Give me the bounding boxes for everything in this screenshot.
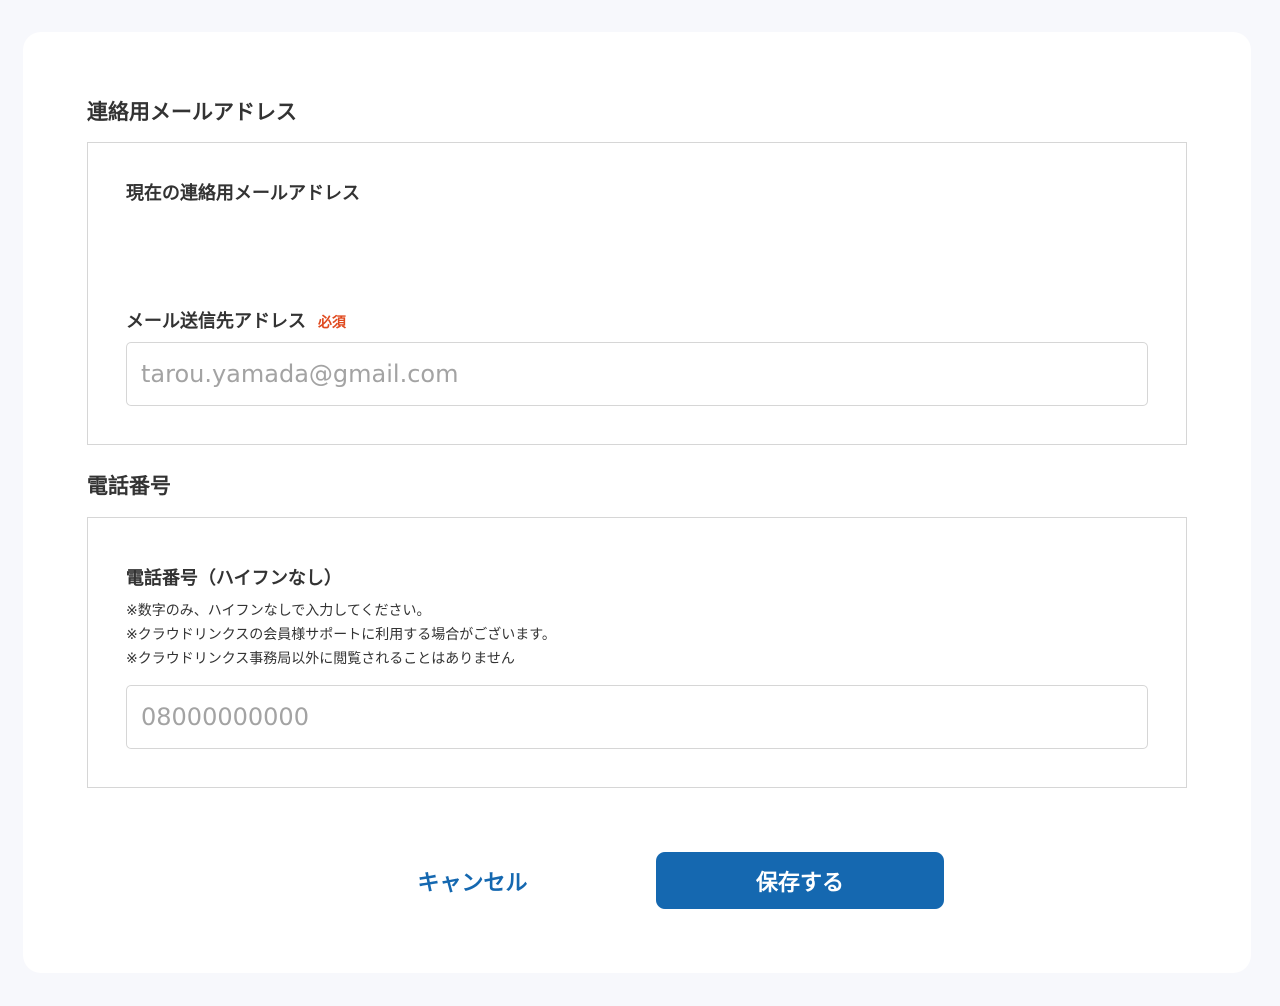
email-section-box: 現在の連絡用メールアドレス メール送信先アドレス 必須 <box>87 142 1187 445</box>
phone-label: 電話番号（ハイフンなし） <box>126 568 342 589</box>
phone-input[interactable] <box>126 685 1148 749</box>
email-section-title: 連絡用メールアドレス <box>87 100 297 124</box>
phone-note-3: ※クラウドリンクス事務局以外に閲覧されることはありません <box>126 651 515 667</box>
save-button[interactable]: 保存する <box>656 852 944 909</box>
phone-section-box: 電話番号（ハイフンなし） ※数字のみ、ハイフンなしで入力してください。 ※クラウ… <box>87 517 1187 788</box>
phone-note-2: ※クラウドリンクスの会員様サポートに利用する場合がございます。 <box>126 627 556 643</box>
phone-note-1: ※数字のみ、ハイフンなしで入力してください。 <box>126 603 431 619</box>
settings-card: 連絡用メールアドレス 現在の連絡用メールアドレス メール送信先アドレス必須 電話… <box>23 32 1251 973</box>
send-email-label-text: メール送信先アドレス <box>126 311 306 332</box>
send-email-label: メール送信先アドレス 必須 <box>126 313 346 331</box>
cancel-button[interactable]: キャンセル <box>385 852 560 909</box>
current-email-label: 現在の連絡用メールアドレス <box>126 183 360 204</box>
phone-section-title: 電話番号 <box>87 474 171 498</box>
required-badge: 必須 <box>318 315 346 331</box>
email-input[interactable] <box>126 342 1148 406</box>
